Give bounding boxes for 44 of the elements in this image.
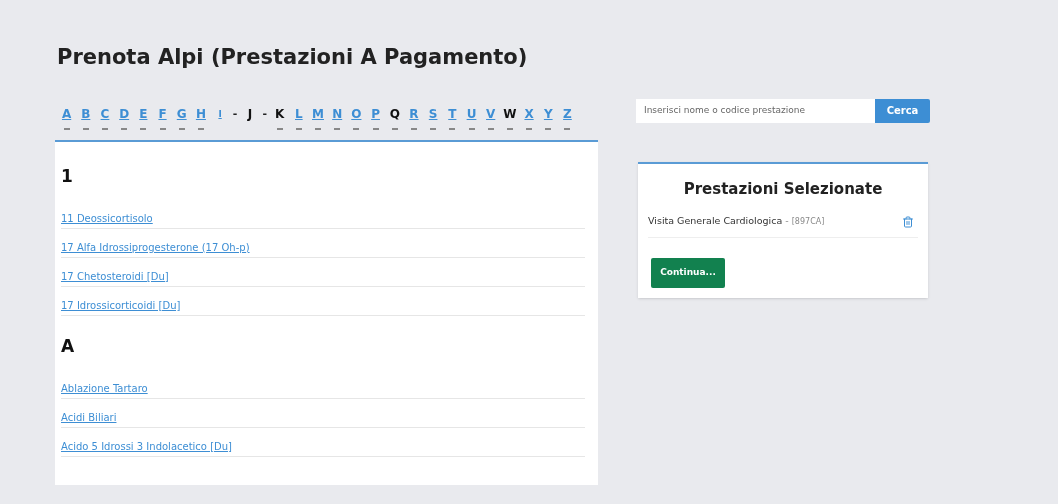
letter-link[interactable]: G <box>176 103 187 124</box>
letter-link[interactable]: E <box>139 103 148 124</box>
letter-link[interactable]: Y <box>543 103 553 124</box>
letter-link[interactable]: O <box>351 103 362 124</box>
letter-link[interactable]: F <box>158 103 167 124</box>
letter-link[interactable]: M <box>312 103 324 124</box>
letter-label: J <box>247 105 253 123</box>
letter-link[interactable]: B <box>81 103 91 124</box>
continue-button[interactable]: Continua... <box>651 258 725 288</box>
letter-link[interactable]: A <box>61 103 72 124</box>
service-link[interactable]: Acido 5 Idrossi 3 Indolacetico [Du] <box>61 440 232 452</box>
letter-link[interactable]: P <box>371 103 380 124</box>
letter-link[interactable]: L <box>295 103 303 124</box>
letter-link[interactable]: X <box>524 103 534 124</box>
service-link[interactable]: 17 Chetosteroidi [Du] <box>61 270 169 282</box>
letter-link[interactable]: V <box>486 103 496 124</box>
service-link[interactable]: Ablazione Tartaro <box>61 382 148 394</box>
service-link[interactable]: 17 Alfa Idrossiprogesterone (17 Oh-p) <box>61 241 250 253</box>
letter-link[interactable]: U <box>466 103 477 124</box>
section-heading: A <box>61 334 75 358</box>
search-button[interactable]: Cerca <box>875 98 930 123</box>
letter-link[interactable]: H <box>195 103 206 124</box>
letter-link[interactable]: D <box>119 103 130 124</box>
service-link[interactable]: Acidi Biliari <box>61 411 117 423</box>
selected-service: Visita Generale Cardiologica - [897CA] <box>648 214 825 229</box>
letter-label: Q <box>389 105 400 123</box>
letter-link[interactable]: N <box>332 103 343 124</box>
letter-separator: - <box>232 105 238 122</box>
panel-title: Prestazioni Selezionate <box>682 178 884 200</box>
service-link[interactable]: 11 Deossicortisolo <box>61 212 153 224</box>
letter-label: K <box>274 105 285 123</box>
letter-link[interactable]: I <box>218 103 222 124</box>
letter-label: W <box>503 105 517 123</box>
letter-link[interactable]: T <box>448 103 457 124</box>
delete-icon[interactable] <box>902 215 914 228</box>
search-field[interactable]: Inserisci nome o codice prestazione <box>636 98 875 123</box>
letter-link[interactable]: R <box>409 103 419 124</box>
letter-link[interactable]: C <box>100 103 110 124</box>
service-link[interactable]: 17 Idrossicorticoidi [Du] <box>61 299 181 311</box>
page-title: Prenota Alpi (Prestazioni A Pagamento) <box>57 44 528 71</box>
section-heading: 1 <box>61 164 73 188</box>
letter-link[interactable]: Z <box>563 103 572 124</box>
letter-link[interactable]: S <box>428 103 438 124</box>
letter-separator: - <box>262 105 268 122</box>
